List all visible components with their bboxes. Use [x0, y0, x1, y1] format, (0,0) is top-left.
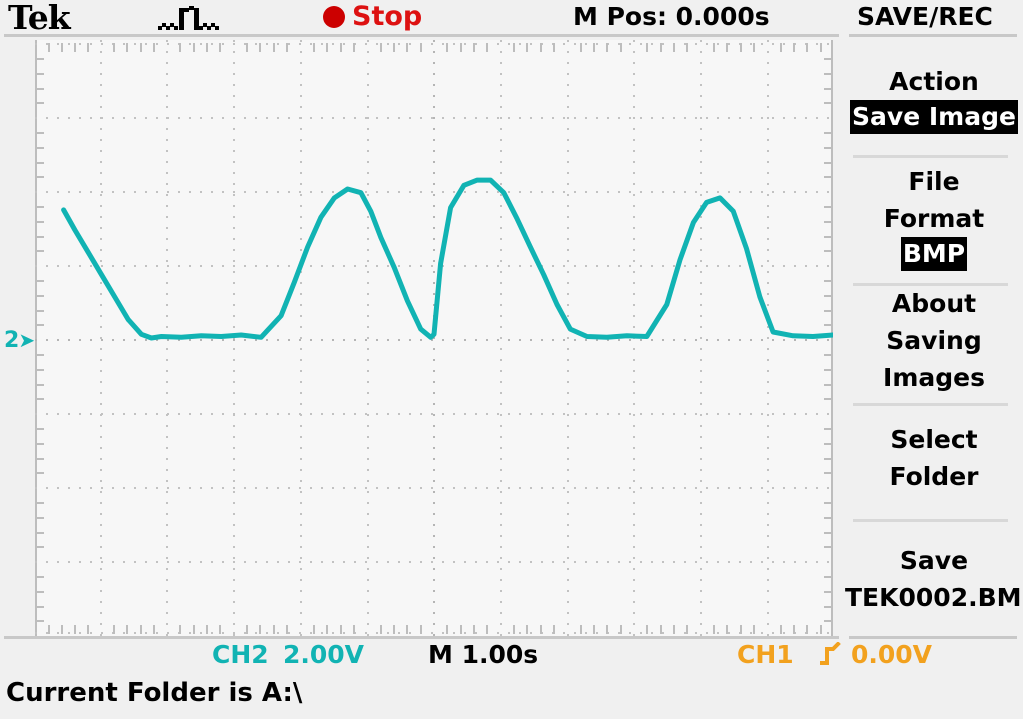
- menu-item-save-filename: TEK0002.BMP: [845, 583, 1023, 612]
- menu-item-file-format-label-line2: Format: [883, 204, 985, 233]
- ch1-trigger-source-label[interactable]: CH1: [737, 640, 794, 669]
- waveform-display-area[interactable]: 2➤: [0, 37, 845, 638]
- menu-item-about-label-line3: Images: [883, 363, 985, 392]
- menu-item-file-format[interactable]: File Format BMP: [845, 163, 1023, 271]
- ch2-volts-per-div[interactable]: 2.00V: [283, 640, 364, 669]
- bottom-divider-left: [4, 636, 839, 639]
- menu-item-save[interactable]: Save TEK0002.BMP: [845, 542, 1023, 616]
- current-folder-status: Current Folder is A:\: [6, 678, 303, 708]
- ch2-ground-marker[interactable]: 2➤: [4, 330, 35, 352]
- menu-item-action[interactable]: Action Save Image: [845, 63, 1023, 134]
- menu-title: SAVE/REC: [857, 2, 993, 31]
- run-status-label: Stop: [352, 1, 423, 32]
- rising-edge-slope-icon: [819, 641, 842, 667]
- menu-item-file-format-label-line1: File: [908, 167, 960, 196]
- menu-item-select-folder[interactable]: Select Folder: [845, 421, 1023, 495]
- menu-item-select-folder-label-line1: Select: [890, 425, 978, 454]
- menu-item-file-format-value[interactable]: BMP: [900, 237, 968, 271]
- header-bar: Tek Stop M Pos: 0.000s SAVE/REC: [0, 0, 1023, 37]
- menu-item-save-label: Save: [899, 546, 969, 575]
- menu-separator: [853, 403, 1008, 406]
- oscilloscope-screen: Tek Stop M Pos: 0.000s SAVE/REC 2➤ CH2 2…: [0, 0, 1023, 719]
- stop-dot-icon: [323, 6, 345, 28]
- status-bar: CH2 2.00V M 1.00s CH1 0.00V Current Fold…: [0, 636, 1023, 719]
- graticule: [35, 40, 833, 636]
- ch2-waveform-trace: [61, 177, 833, 341]
- menu-item-about-saving-images[interactable]: About Saving Images: [845, 285, 1023, 396]
- menu-item-select-folder-label-line2: Folder: [889, 462, 979, 491]
- menu-item-about-label-line1: About: [891, 289, 977, 318]
- tek-logo: Tek: [8, 0, 71, 37]
- ch1-trigger-level[interactable]: 0.00V: [851, 640, 932, 669]
- bottom-divider-right: [849, 636, 1017, 639]
- menu-item-action-label: Action: [889, 67, 979, 96]
- menu-separator: [853, 519, 1008, 522]
- side-menu: Action Save Image File Format BMP About …: [845, 37, 1023, 636]
- ch2-label[interactable]: CH2: [212, 640, 269, 669]
- pulse-waveform-icon: [158, 6, 228, 34]
- horizontal-position-readout: M Pos: 0.000s: [573, 2, 770, 31]
- menu-item-about-label-line2: Saving: [886, 326, 982, 355]
- menu-separator: [853, 155, 1008, 158]
- menu-item-action-value[interactable]: Save Image: [850, 100, 1018, 134]
- timebase-readout[interactable]: M 1.00s: [428, 640, 538, 669]
